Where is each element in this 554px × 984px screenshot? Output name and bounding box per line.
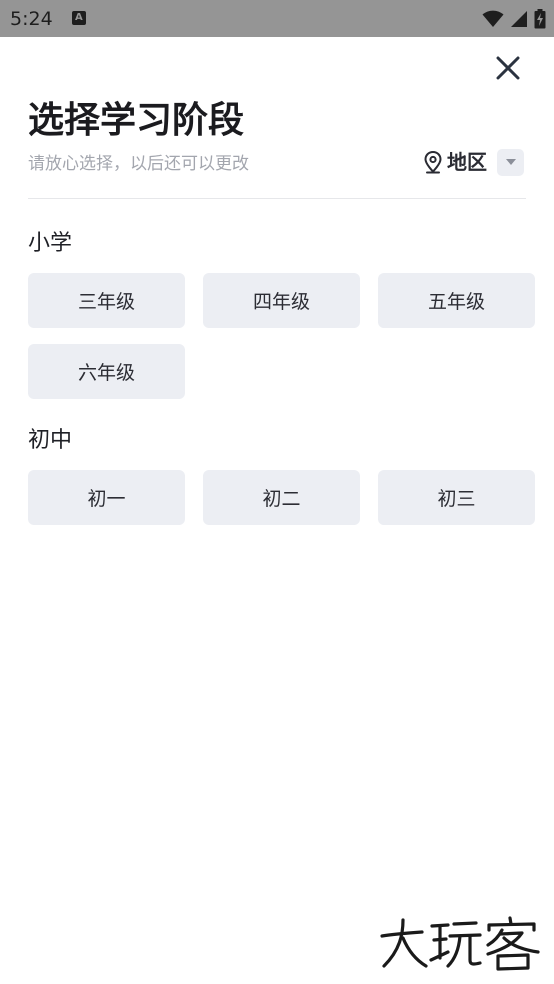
a-letter-icon	[72, 11, 86, 25]
caret-down-icon	[505, 159, 516, 165]
grade-button[interactable]: 六年级	[28, 344, 185, 399]
grade-button[interactable]: 四年级	[203, 273, 360, 328]
status-icons	[482, 8, 546, 30]
section-title-primary: 小学	[28, 231, 73, 256]
watermark-logo	[380, 916, 540, 971]
location-pin-icon	[424, 150, 442, 174]
page-subtitle: 请放心选择，以后还可以更改	[28, 154, 249, 174]
status-time: 5:24	[10, 8, 53, 30]
grade-button[interactable]: 初一	[28, 470, 185, 525]
page-title: 选择学习阶段	[28, 100, 245, 141]
section-title-junior: 初中	[28, 428, 73, 453]
grade-button[interactable]: 三年级	[28, 273, 185, 328]
status-bar: 5:24	[0, 0, 554, 37]
battery-charging-icon	[534, 9, 546, 29]
wifi-icon	[482, 10, 504, 27]
grade-button[interactable]: 初二	[203, 470, 360, 525]
region-dropdown-button[interactable]	[497, 148, 524, 176]
grade-button[interactable]: 五年级	[378, 273, 535, 328]
region-label: 地区	[447, 150, 487, 174]
signal-icon	[511, 11, 527, 27]
region-picker[interactable]: 地区	[423, 146, 524, 178]
close-icon	[496, 56, 520, 80]
grade-button[interactable]: 初三	[378, 470, 535, 525]
header-divider	[28, 198, 526, 199]
close-button[interactable]	[492, 52, 524, 84]
